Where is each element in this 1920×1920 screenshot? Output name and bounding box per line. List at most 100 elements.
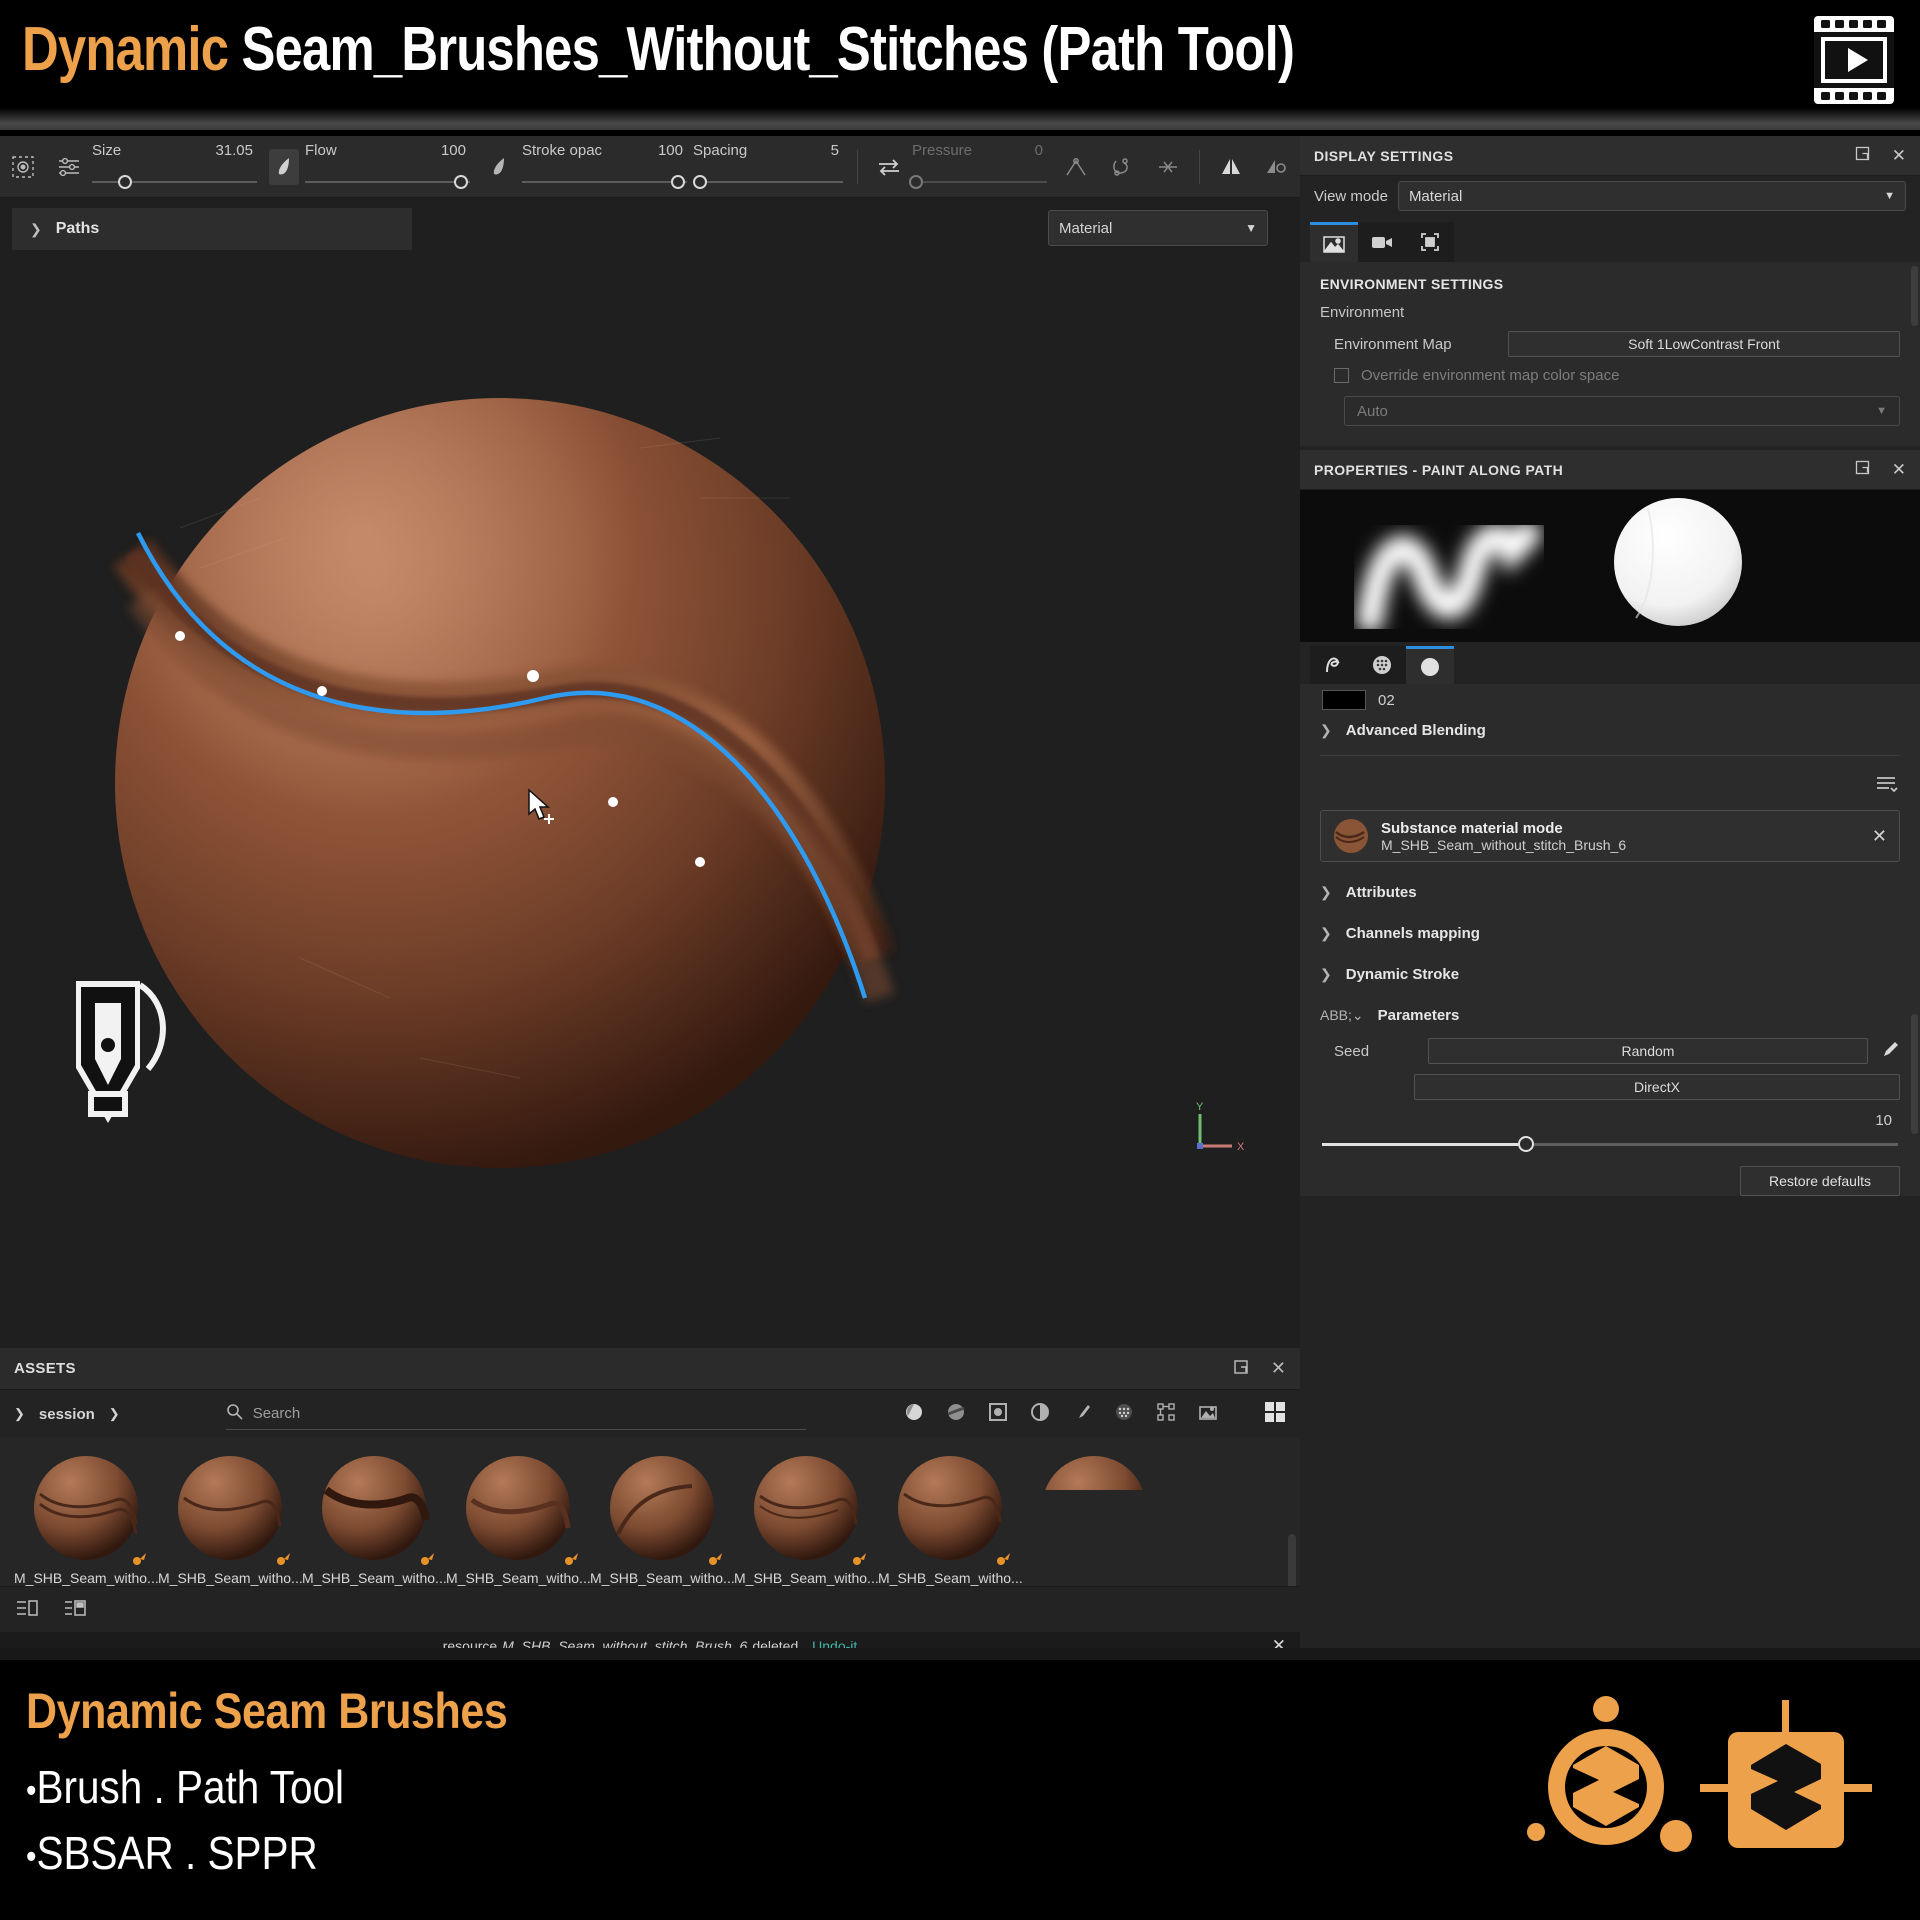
size-track[interactable]	[92, 180, 257, 183]
normal-format-button[interactable]: DirectX	[1414, 1074, 1900, 1100]
parameter-slider[interactable]: 10	[1300, 1108, 1920, 1152]
seed-random-button[interactable]: Random	[1428, 1038, 1868, 1064]
pressure-slider[interactable]: Pressure 0	[909, 140, 1047, 194]
brush-eye-icon[interactable]	[6, 150, 40, 184]
path-node-icon[interactable]	[1105, 150, 1139, 184]
flow-pressure-toggle-icon[interactable]	[482, 150, 516, 184]
pressure-track[interactable]	[912, 180, 1047, 183]
breadcrumb[interactable]: ❯ session ❯	[14, 1406, 120, 1423]
tab-material-sphere[interactable]	[1406, 646, 1454, 684]
list-item[interactable]: M_SHB_Seam_witho...	[158, 1450, 302, 1600]
environment-filter-icon[interactable]	[1198, 1402, 1218, 1426]
accordion-channels-mapping[interactable]: ❯ Channels mapping	[1300, 913, 1920, 954]
preset-menu-icon[interactable]	[1300, 760, 1920, 800]
environment-map-button[interactable]: Soft 1LowContrast Front	[1508, 331, 1900, 357]
size-slider[interactable]: Size 31.05	[92, 140, 257, 194]
asset-thumbnail[interactable]	[24, 1450, 148, 1568]
procedural-filter-icon[interactable]	[1156, 1402, 1176, 1426]
stroke-opacity-knob[interactable]	[670, 174, 685, 189]
stroke-opacity-track[interactable]	[522, 180, 687, 183]
list-item[interactable]: M_SHB_Seam_witho...	[734, 1450, 878, 1600]
close-icon[interactable]: ✕	[1892, 460, 1906, 480]
list-item[interactable]: M_SHB_Seam_witho...	[14, 1450, 158, 1600]
tab-environment[interactable]	[1310, 222, 1358, 262]
smart-material-filter-icon[interactable]	[946, 1402, 966, 1426]
asset-thumbnail[interactable]	[1032, 1450, 1156, 1490]
accordion-parameters[interactable]: ABB;⌄ Parameters	[1300, 995, 1920, 1036]
spacing-slider[interactable]: Spacing 5	[693, 140, 843, 194]
asset-thumbnail[interactable]	[600, 1450, 724, 1568]
breadcrumb-session[interactable]: session	[39, 1406, 95, 1423]
properties-scrollbar[interactable]	[1911, 1014, 1918, 1134]
override-colorspace-checkbox[interactable]	[1334, 368, 1349, 383]
list-item[interactable]	[1022, 1450, 1166, 1490]
clear-path-icon[interactable]	[1151, 150, 1185, 184]
manage-shelf-icon[interactable]	[64, 1598, 86, 1622]
grid-view-icon[interactable]	[1264, 1401, 1286, 1427]
paths-label: Paths	[55, 220, 100, 237]
paths-section-header[interactable]: ❯ Paths	[12, 208, 412, 250]
asset-thumbnail[interactable]	[456, 1450, 580, 1568]
size-knob[interactable]	[118, 174, 133, 189]
display-settings-scrollbar[interactable]	[1911, 266, 1918, 326]
pencil-icon[interactable]	[1882, 1040, 1900, 1062]
pressure-knob[interactable]	[909, 174, 924, 189]
viewport-material-dropdown[interactable]: Material ▼	[1048, 210, 1268, 246]
flow-track[interactable]	[305, 180, 470, 183]
accordion-attributes[interactable]: ❯ Attributes	[1300, 872, 1920, 913]
override-colorspace-row[interactable]: Override environment map color space	[1300, 367, 1920, 396]
viewport-canvas[interactable]	[0, 198, 1300, 1348]
mirror-icon[interactable]	[1214, 150, 1248, 184]
restore-icon[interactable]	[1855, 146, 1870, 165]
swap-arrows-icon[interactable]	[872, 150, 906, 184]
close-icon[interactable]: ✕	[1271, 1358, 1286, 1379]
brush-toolbar: Size 31.05 Flow 100 Stroke opac 100 Spac…	[0, 136, 1378, 198]
assets-search[interactable]	[225, 1398, 806, 1430]
material-filter-icon[interactable]	[904, 1402, 924, 1426]
texture-filter-icon[interactable]	[988, 1402, 1008, 1426]
spacing-knob[interactable]	[693, 174, 707, 189]
symmetry-axis-icon[interactable]	[1059, 150, 1093, 184]
close-icon[interactable]: ✕	[1872, 826, 1887, 847]
list-item[interactable]: M_SHB_Seam_witho...	[302, 1450, 446, 1600]
asset-thumbnail[interactable]	[744, 1450, 868, 1568]
mask-filter-icon[interactable]	[1030, 1402, 1050, 1426]
color-swatch[interactable]	[1322, 690, 1366, 710]
list-item[interactable]: M_SHB_Seam_witho...	[590, 1450, 734, 1600]
tab-grid-pattern[interactable]	[1358, 646, 1406, 684]
tab-brush-stroke[interactable]	[1310, 646, 1358, 684]
list-item[interactable]: M_SHB_Seam_witho...	[878, 1450, 1022, 1600]
list-item[interactable]: M_SHB_Seam_witho...	[446, 1450, 590, 1600]
parameter-slider-track[interactable]	[1322, 1136, 1898, 1152]
restore-defaults-button[interactable]: Restore defaults	[1740, 1166, 1900, 1196]
close-icon[interactable]: ✕	[1892, 146, 1906, 166]
accordion-advanced-blending[interactable]: ❯ Advanced Blending	[1300, 710, 1920, 751]
tab-viewport[interactable]	[1406, 222, 1454, 262]
substance-material-card[interactable]: Substance material mode M_SHB_Seam_witho…	[1320, 810, 1900, 862]
colorspace-dropdown[interactable]: Auto ▼	[1344, 396, 1900, 426]
asset-thumbnail[interactable]	[888, 1450, 1012, 1568]
restore-icon[interactable]	[1855, 460, 1870, 479]
search-input[interactable]	[252, 1405, 806, 1422]
3d-viewport[interactable]: ❯ Paths Material ▼ Y X	[0, 198, 1300, 1348]
parameter-slider-knob[interactable]	[1517, 1136, 1534, 1152]
view-mode-dropdown[interactable]: Material ▼	[1397, 181, 1906, 211]
flow-knob[interactable]	[453, 174, 468, 189]
blend-swatch-row[interactable]: 02	[1300, 684, 1920, 710]
spacing-track[interactable]	[693, 180, 843, 183]
restore-icon[interactable]	[1233, 1359, 1249, 1379]
flow-slider[interactable]: Flow 100	[305, 140, 470, 194]
tab-camera[interactable]	[1358, 222, 1406, 262]
stroke-opacity-slider[interactable]: Stroke opac 100	[522, 140, 687, 194]
brush-settings-icon[interactable]	[52, 150, 86, 184]
alpha-filter-icon[interactable]	[1114, 1402, 1134, 1426]
asset-thumbnail[interactable]	[312, 1450, 436, 1568]
mirror-settings-icon[interactable]	[1260, 150, 1294, 184]
asset-thumbnail[interactable]	[168, 1450, 292, 1568]
brush-filter-icon[interactable]	[1072, 1402, 1092, 1426]
chevron-right-icon[interactable]: ❯	[109, 1406, 120, 1422]
chevron-right-icon[interactable]: ❯	[14, 1406, 25, 1422]
accordion-dynamic-stroke[interactable]: ❯ Dynamic Stroke	[1300, 954, 1920, 995]
size-pressure-toggle-icon[interactable]	[269, 148, 299, 185]
import-resources-icon[interactable]	[16, 1598, 38, 1622]
